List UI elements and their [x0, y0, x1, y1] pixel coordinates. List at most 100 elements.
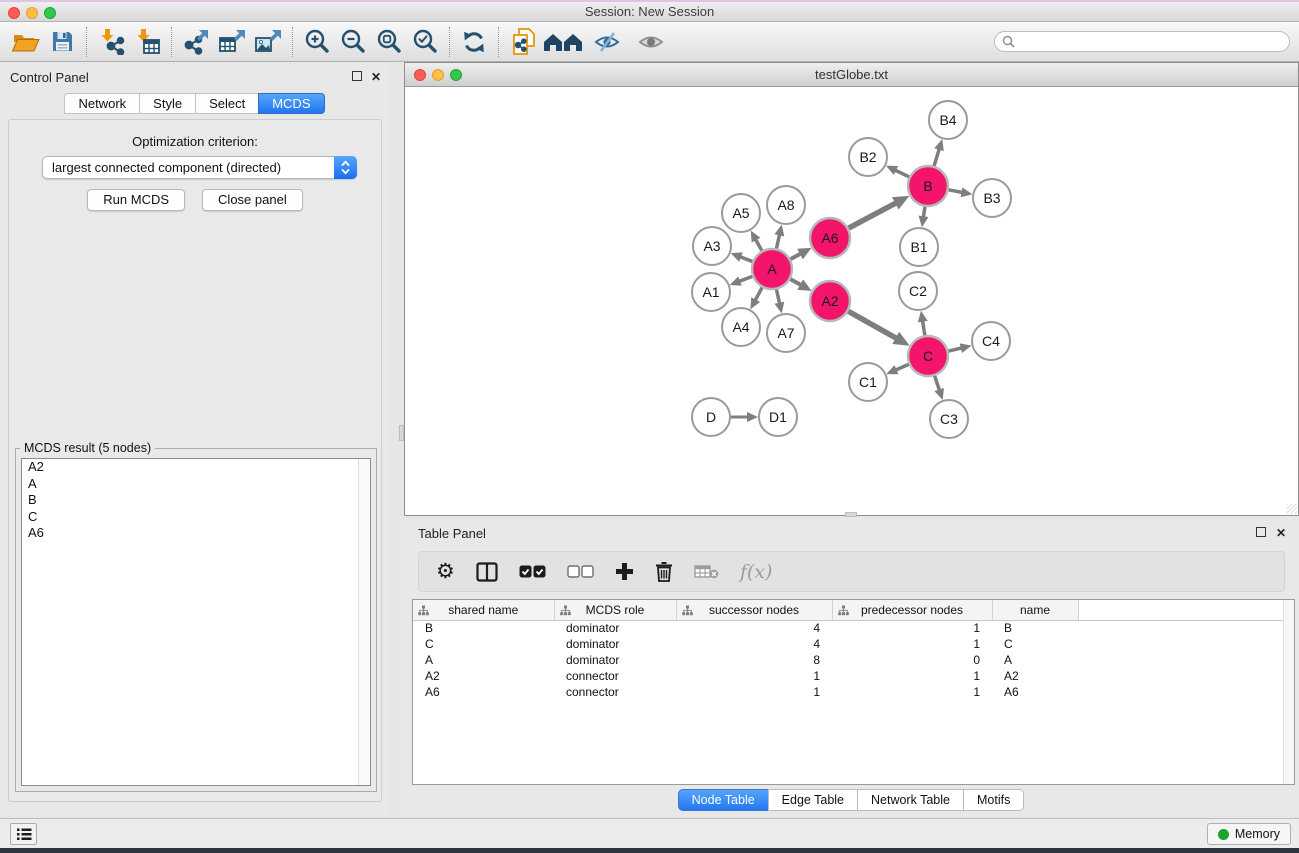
table-row[interactable]: Bdominator41B — [413, 620, 1284, 636]
table-cell[interactable]: dominator — [554, 636, 676, 652]
node-C2[interactable]: C2 — [899, 272, 937, 310]
export-image-button[interactable] — [250, 25, 286, 59]
minimize-window-button[interactable] — [26, 7, 38, 19]
table-cell[interactable]: connector — [554, 684, 676, 700]
node-D[interactable]: D — [692, 398, 730, 436]
table-cell[interactable]: dominator — [554, 652, 676, 668]
table-cell[interactable]: A6 — [992, 684, 1078, 700]
table-cell[interactable]: 1 — [832, 668, 992, 684]
table-cell[interactable]: 8 — [676, 652, 832, 668]
tab-style[interactable]: Style — [139, 93, 196, 114]
network-graph[interactable]: B4B2BB3A5A8A6A3AB1A1C2A2A4A7CC4C1C3DD1 — [405, 87, 1298, 515]
memory-button[interactable]: Memory — [1207, 823, 1291, 845]
show-all-button[interactable] — [629, 25, 673, 59]
table-cell[interactable]: A6 — [413, 684, 554, 700]
table-cell[interactable]: 1 — [832, 620, 992, 636]
table-row[interactable]: A2connector11A2 — [413, 668, 1284, 684]
node-A2[interactable]: A2 — [810, 281, 850, 321]
zoom-fit-button[interactable] — [371, 25, 407, 59]
node-A7[interactable]: A7 — [767, 314, 805, 352]
horizontal-splitter-handle[interactable] — [845, 512, 857, 517]
column-header-shared-name[interactable]: shared name — [413, 600, 554, 620]
refresh-button[interactable] — [456, 25, 492, 59]
tab-mcds[interactable]: MCDS — [258, 93, 324, 114]
tab-motifs[interactable]: Motifs — [963, 789, 1024, 811]
list-item[interactable]: B — [22, 492, 370, 509]
table-scrollbar[interactable] — [1283, 600, 1294, 784]
table-cell[interactable]: connector — [554, 668, 676, 684]
import-network-button[interactable] — [93, 25, 129, 59]
table-cell[interactable]: 4 — [676, 636, 832, 652]
list-item[interactable]: A6 — [22, 525, 370, 542]
table-cell[interactable]: 1 — [676, 684, 832, 700]
node-A6[interactable]: A6 — [810, 218, 850, 258]
table-row[interactable]: Adominator80A — [413, 652, 1284, 668]
tab-select[interactable]: Select — [195, 93, 259, 114]
node-A3[interactable]: A3 — [693, 227, 731, 265]
zoom-window-button[interactable] — [44, 7, 56, 19]
list-item[interactable]: A — [22, 476, 370, 493]
create-column-button[interactable] — [615, 562, 634, 581]
new-network-from-selection-button[interactable] — [505, 25, 541, 59]
export-network-button[interactable] — [178, 25, 214, 59]
close-view-button[interactable] — [414, 69, 426, 81]
node-B4[interactable]: B4 — [929, 101, 967, 139]
list-item[interactable]: A2 — [22, 459, 370, 476]
table-cell[interactable]: 1 — [832, 684, 992, 700]
tab-network[interactable]: Network — [64, 93, 140, 114]
node-B2[interactable]: B2 — [849, 138, 887, 176]
table-cell[interactable]: B — [992, 620, 1078, 636]
node-B3[interactable]: B3 — [973, 179, 1011, 217]
function-builder-button[interactable]: f(x) — [740, 561, 773, 583]
run-mcds-button[interactable]: Run MCDS — [87, 189, 185, 211]
table-cell[interactable]: 1 — [832, 636, 992, 652]
close-panel-button[interactable]: Close panel — [202, 189, 303, 211]
table-cell[interactable]: A2 — [413, 668, 554, 684]
delete-table-button[interactable] — [694, 564, 719, 579]
node-C1[interactable]: C1 — [849, 363, 887, 401]
column-header-successor-nodes[interactable]: successor nodes — [676, 600, 832, 620]
node-A[interactable]: A — [752, 249, 792, 289]
close-panel-icon[interactable]: ✕ — [371, 70, 381, 84]
save-session-button[interactable] — [44, 25, 80, 59]
vertical-splitter-handle[interactable] — [399, 425, 404, 441]
node-B1[interactable]: B1 — [900, 228, 938, 266]
tab-node-table[interactable]: Node Table — [678, 789, 769, 811]
node-A1[interactable]: A1 — [692, 273, 730, 311]
node-A4[interactable]: A4 — [722, 308, 760, 346]
table-cell[interactable]: B — [413, 620, 554, 636]
tab-network-table[interactable]: Network Table — [857, 789, 964, 811]
table-row[interactable]: A6connector11A6 — [413, 684, 1284, 700]
column-header-predecessor-nodes[interactable]: predecessor nodes — [832, 600, 992, 620]
node-C[interactable]: C — [908, 336, 948, 376]
network-window-titlebar[interactable]: testGlobe.txt — [405, 63, 1298, 87]
zoom-selected-button[interactable] — [407, 25, 443, 59]
table-cell[interactable]: 1 — [676, 668, 832, 684]
list-item[interactable]: C — [22, 509, 370, 526]
table-settings-button[interactable]: ⚙ — [436, 562, 455, 582]
node-A8[interactable]: A8 — [767, 186, 805, 224]
column-header-name[interactable]: name — [992, 600, 1078, 620]
table-row[interactable]: Cdominator41C — [413, 636, 1284, 652]
optimization-criterion-select[interactable]: largest connected component (directed) — [42, 156, 357, 179]
table-cell[interactable]: A — [992, 652, 1078, 668]
float-panel-icon[interactable] — [352, 70, 362, 84]
minimize-view-button[interactable] — [432, 69, 444, 81]
node-C4[interactable]: C4 — [972, 322, 1010, 360]
data-table[interactable]: shared nameMCDS rolesuccessor nodesprede… — [413, 600, 1284, 700]
table-cell[interactable]: dominator — [554, 620, 676, 636]
export-table-button[interactable] — [214, 25, 250, 59]
zoom-out-button[interactable] — [335, 25, 371, 59]
node-D1[interactable]: D1 — [759, 398, 797, 436]
table-cell[interactable]: C — [413, 636, 554, 652]
deselect-all-columns-button[interactable] — [567, 565, 594, 578]
node-A5[interactable]: A5 — [722, 194, 760, 232]
table-cell[interactable]: A — [413, 652, 554, 668]
task-history-button[interactable] — [10, 823, 37, 845]
close-window-button[interactable] — [8, 7, 20, 19]
import-table-button[interactable] — [129, 25, 165, 59]
tab-edge-table[interactable]: Edge Table — [768, 789, 858, 811]
first-neighbors-button[interactable] — [541, 25, 585, 59]
hide-selected-button[interactable] — [585, 25, 629, 59]
float-table-panel-icon[interactable] — [1256, 526, 1266, 540]
